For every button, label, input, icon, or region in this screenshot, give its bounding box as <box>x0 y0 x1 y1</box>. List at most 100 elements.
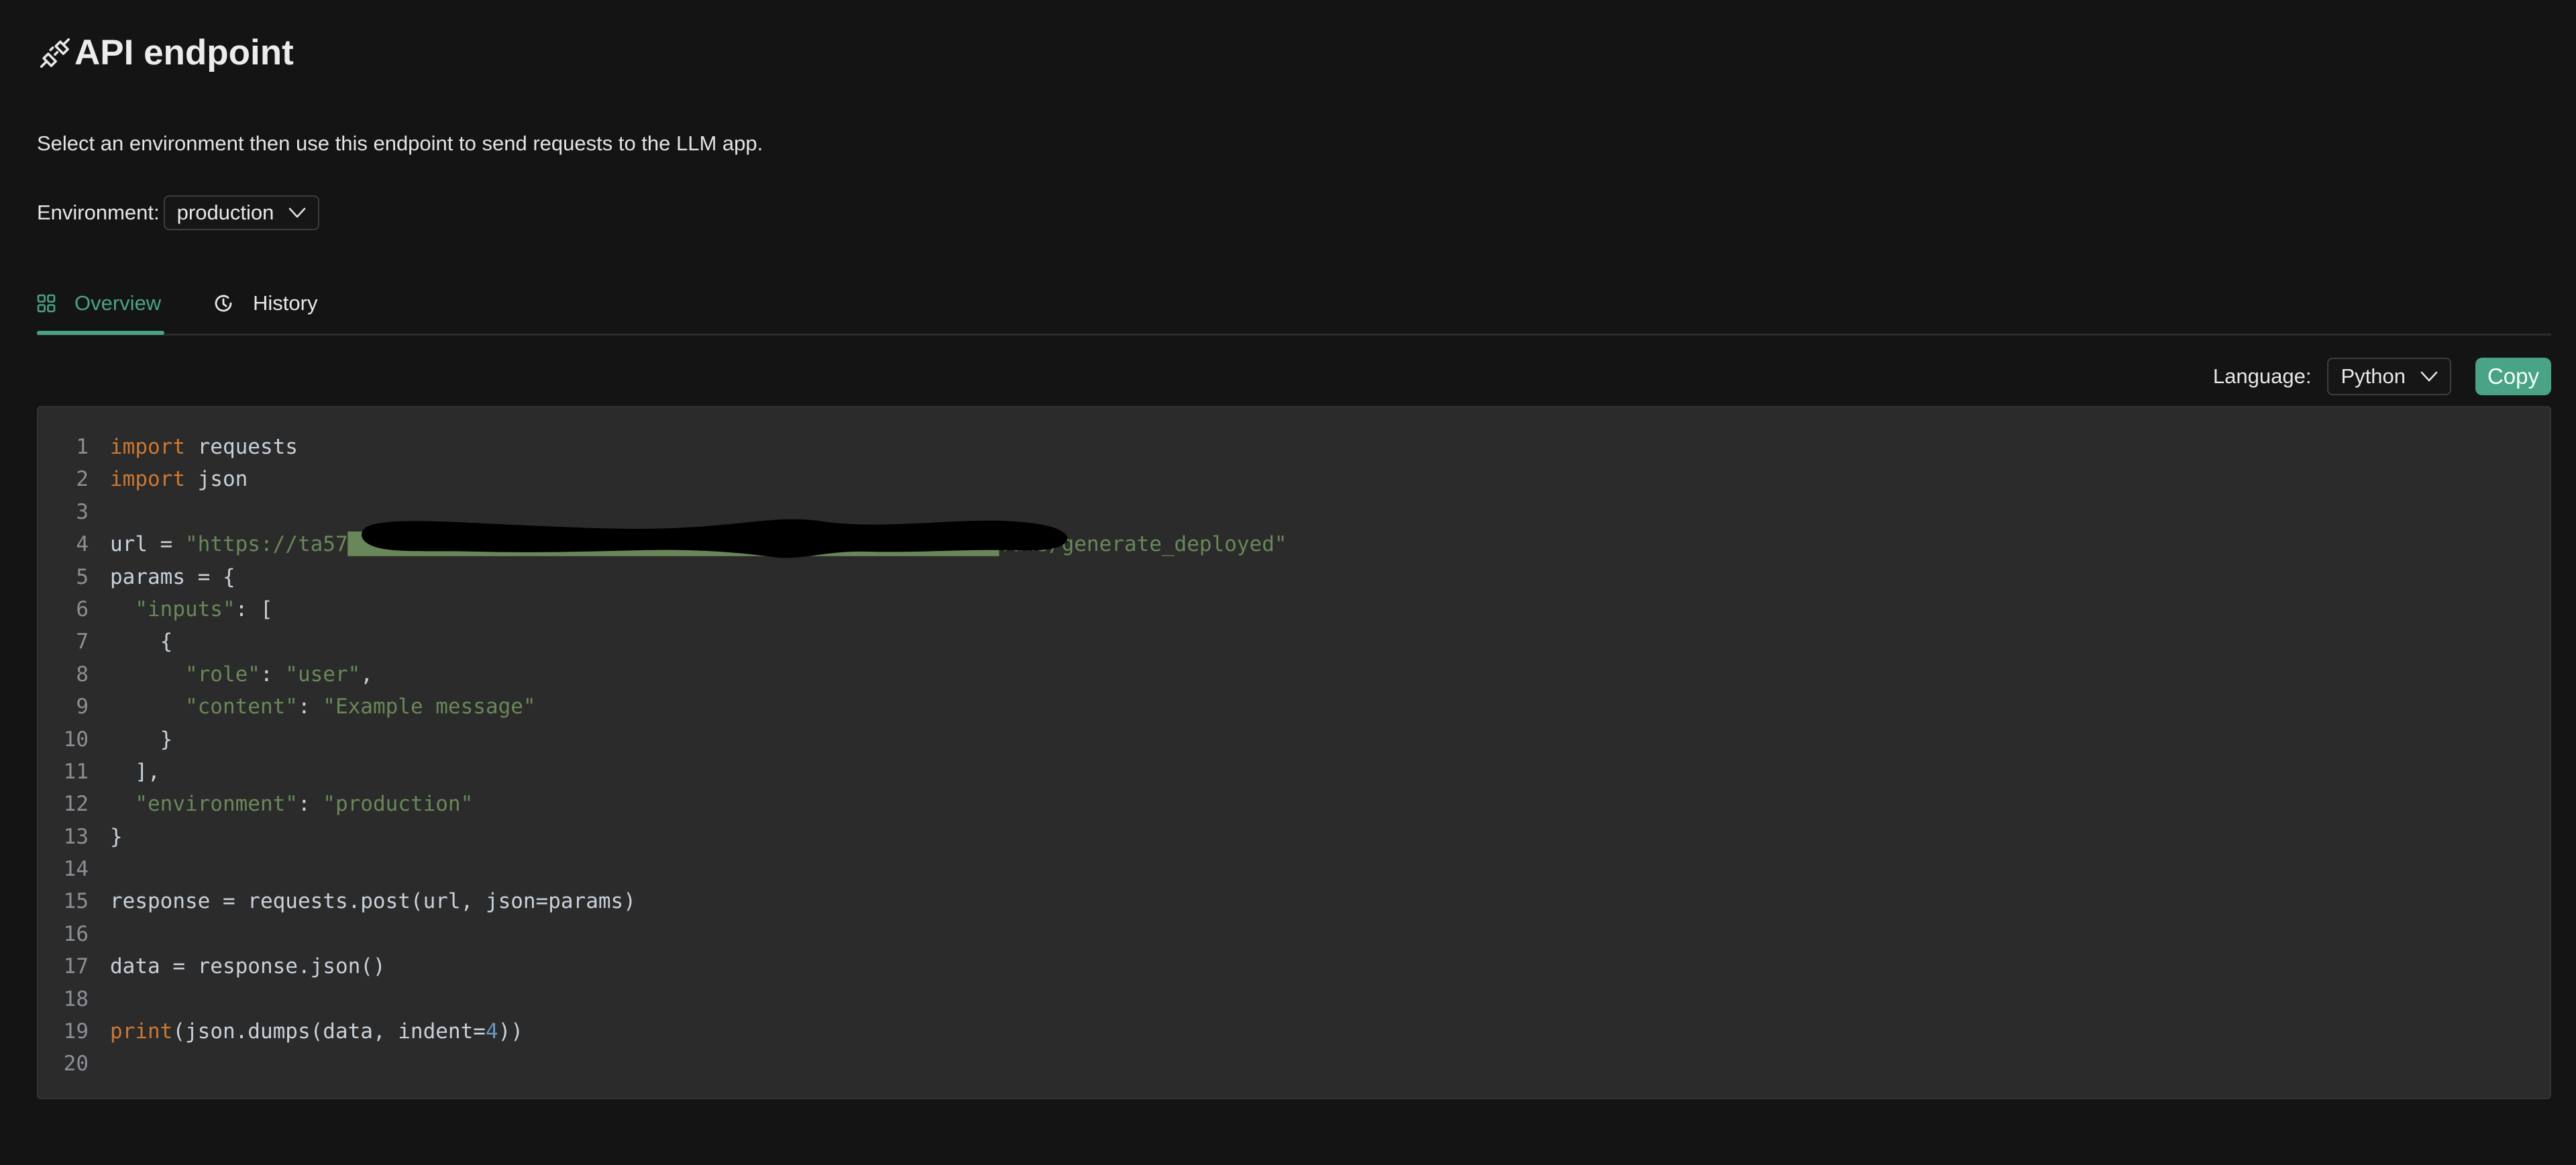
line-number: 4 <box>76 532 89 557</box>
grid-icon <box>37 294 56 313</box>
code-token: "content" <box>184 695 298 719</box>
line-number: 3 <box>76 499 89 524</box>
line-number: 13 <box>63 824 89 849</box>
language-select-value: Python <box>2341 364 2406 388</box>
code-line: 13} <box>38 821 2550 853</box>
language-select[interactable]: Python <box>2327 358 2451 395</box>
line-number: 17 <box>63 954 89 979</box>
line-content: params = { <box>110 561 235 593</box>
line-number: 7 <box>76 629 89 654</box>
line-content: } <box>110 821 123 853</box>
code-line: 12 "environment": "production" <box>38 788 2550 820</box>
page-title: API endpoint <box>37 32 294 73</box>
code-toolbar: Language: Python Copy <box>2213 358 2551 395</box>
line-number: 14 <box>63 857 89 882</box>
code-token: { <box>110 629 173 654</box>
code-snippet[interactable]: 1 import requests 2 import json 3 4 url = "htt… <box>37 406 2551 1099</box>
code-token: } <box>110 824 123 849</box>
plug-icon <box>40 38 70 68</box>
line-number: 10 <box>63 727 89 752</box>
code-line: 15 response = requests.post(url, json=par… <box>38 885 2550 917</box>
code-line: 3 <box>38 496 2550 528</box>
code-line: 5 params = { <box>38 561 2550 593</box>
code-token: ████████████████████████████████████████… <box>347 532 1000 557</box>
code-line: 14 <box>38 853 2550 885</box>
code-token: "production" <box>323 792 474 817</box>
tab-history[interactable]: History <box>213 283 317 323</box>
line-content: data = response.json() <box>110 950 386 982</box>
code-token: (json.dumps(data, indent= <box>172 1019 486 1044</box>
code-token: )) <box>498 1019 523 1044</box>
code-token: } <box>110 727 173 752</box>
code-token: url = <box>110 532 185 557</box>
line-content: "environment": "production" <box>110 788 473 820</box>
code-line: 19 print(json.dumps(data, indent=4)) <box>38 1015 2550 1048</box>
copy-button[interactable]: Copy <box>2475 358 2551 395</box>
environment-select-value: production <box>176 201 274 224</box>
history-icon <box>215 295 232 312</box>
line-number: 2 <box>76 467 89 492</box>
line-number: 5 <box>76 564 89 589</box>
code-line: 17 data = response.json() <box>38 950 2550 982</box>
code-token: print <box>110 1019 173 1044</box>
line-content: } <box>110 723 173 756</box>
line-number: 12 <box>63 792 89 817</box>
code-line: 7 { <box>38 625 2550 658</box>
code-token: requests <box>184 435 298 459</box>
line-number: 19 <box>63 1019 89 1044</box>
line-content: url = "https://ta57█████████████████████… <box>110 528 1287 560</box>
code-token: import <box>110 467 185 492</box>
line-number: 11 <box>63 759 89 784</box>
code-token: response = requests.post(url, json=param… <box>110 889 636 914</box>
line-content: ], <box>110 756 160 788</box>
code-line: 4 url = "https://ta57████████████████████… <box>38 528 2550 560</box>
code-token: 4 <box>485 1019 498 1044</box>
line-content: import requests <box>110 431 298 463</box>
line-number: 20 <box>63 1052 89 1076</box>
code-token: .aws/generate_deployed" <box>999 532 1287 557</box>
chevron-down-icon <box>2420 371 2438 382</box>
line-content: import json <box>110 463 248 495</box>
code-line: 18 <box>38 983 2550 1015</box>
chevron-down-icon <box>289 207 306 218</box>
code-line: 11 ], <box>38 756 2550 788</box>
tab-bar: Overview History <box>37 275 2551 336</box>
environment-select[interactable]: production <box>163 195 320 230</box>
line-number: 9 <box>76 695 89 719</box>
code-token: "environment" <box>135 792 298 817</box>
line-content: "content": "Example message" <box>110 691 536 723</box>
tab-overview-label: Overview <box>74 291 162 315</box>
page-title-text: API endpoint <box>74 33 294 72</box>
line-number: 16 <box>63 921 89 946</box>
code-token: ], <box>110 759 160 784</box>
line-number: 8 <box>76 662 89 687</box>
code-token: : <box>297 792 323 817</box>
code-line: 8 "role": "user", <box>38 658 2550 691</box>
code-line: 9 "content": "Example message" <box>38 691 2550 723</box>
page-description: Select an environment then use this endp… <box>37 132 763 155</box>
code-token: "Example message" <box>323 695 536 719</box>
active-tab-indicator <box>37 331 164 335</box>
line-number: 1 <box>76 435 89 459</box>
line-content: response = requests.post(url, json=param… <box>110 885 636 917</box>
code-line: 16 <box>38 918 2550 950</box>
api-endpoint-page: API endpoint Select an environment then … <box>0 0 2576 1165</box>
line-number: 18 <box>63 986 89 1011</box>
environment-label: Environment: <box>37 201 160 224</box>
code-token: : [ <box>235 597 273 621</box>
code-token: "role" <box>184 662 260 687</box>
code-line: 20 <box>38 1048 2550 1080</box>
line-content: { <box>110 625 173 658</box>
tab-history-label: History <box>253 291 318 315</box>
line-content: "role": "user", <box>110 658 373 691</box>
code-token: import <box>110 435 185 459</box>
code-line: 10 } <box>38 723 2550 756</box>
code-token: data = response.json() <box>110 954 386 979</box>
tab-overview[interactable]: Overview <box>37 283 164 335</box>
code-token: : <box>260 662 286 687</box>
code-token: "user" <box>285 662 361 687</box>
